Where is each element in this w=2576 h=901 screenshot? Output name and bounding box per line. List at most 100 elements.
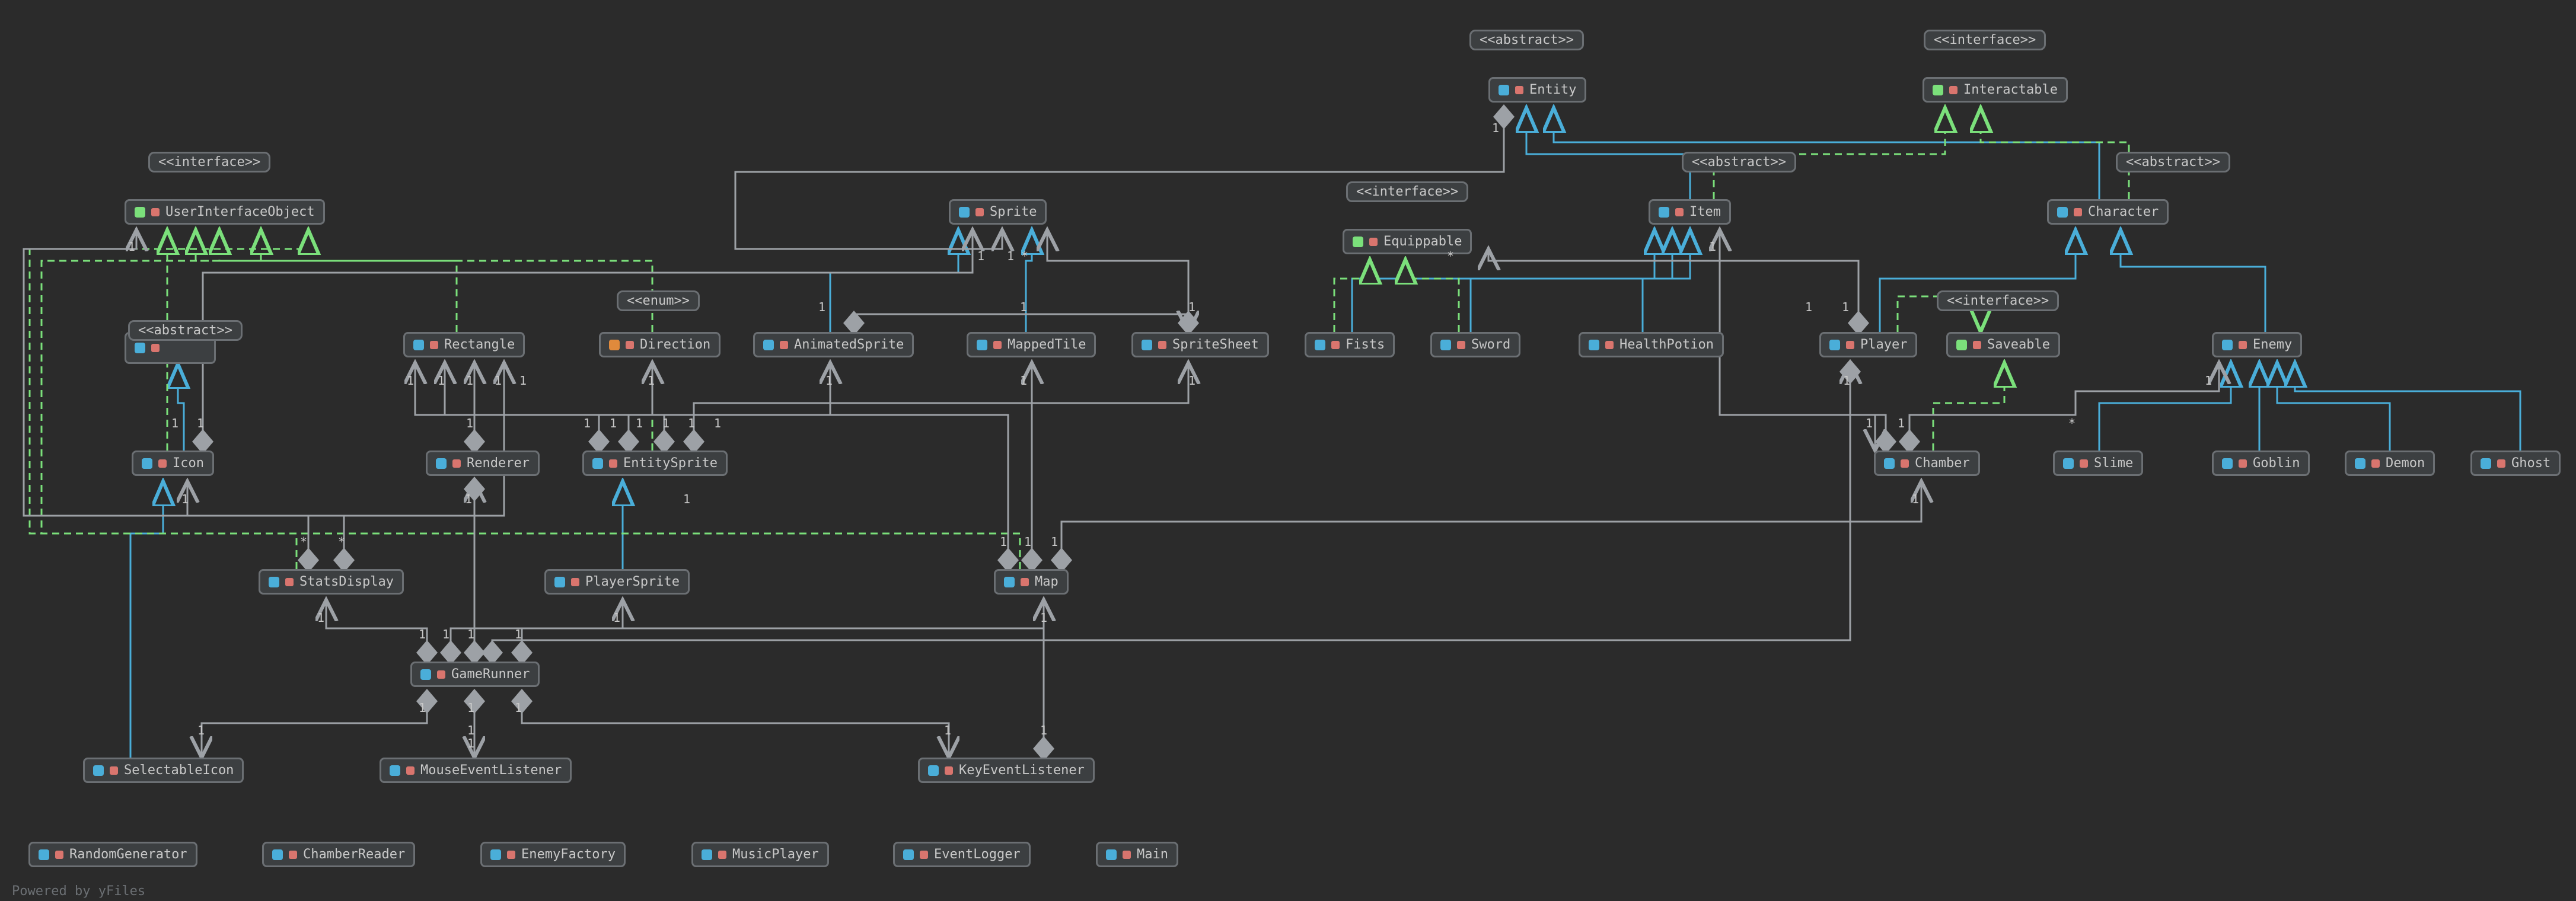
uml-node-map[interactable]: Map	[994, 569, 1069, 595]
node-label: Ghost	[2511, 456, 2551, 471]
multiplicity-label: 1	[495, 373, 502, 388]
uml-node-enemyfactory[interactable]: EnemyFactory	[480, 842, 626, 867]
multiplicity-label: 1	[438, 373, 445, 388]
uml-node-slime[interactable]: Slime	[2053, 451, 2143, 476]
uml-node-entitysprite[interactable]: EntitySprite	[582, 451, 728, 476]
node-label: Goblin	[2253, 456, 2300, 471]
uml-node-fists[interactable]: Fists	[1305, 332, 1395, 357]
uml-node-ghost[interactable]: Ghost	[2470, 451, 2561, 476]
uml-node-sprite[interactable]: Sprite	[949, 199, 1047, 225]
uml-node-main[interactable]: Main	[1096, 842, 1178, 867]
class-icon	[413, 340, 424, 350]
multiplicity-label: 1	[648, 373, 655, 388]
stereotype-badge: <<interface>>	[148, 152, 270, 172]
uml-node-saveable[interactable]: Saveable	[1946, 332, 2060, 357]
uml-node-animatedsprite[interactable]: AnimatedSprite	[753, 332, 914, 357]
class-icon	[39, 849, 49, 860]
lock-icon	[1605, 341, 1614, 349]
node-label: MouseEventListener	[420, 763, 562, 778]
uml-node-randomgenerator[interactable]: RandomGenerator	[28, 842, 197, 867]
uml-node-sword[interactable]: Sword	[1430, 332, 1520, 357]
multiplicity-label: 1	[419, 701, 426, 715]
lock-icon	[920, 851, 928, 859]
multiplicity-label: 1	[519, 373, 527, 388]
uml-node-eventlogger[interactable]: EventLogger	[893, 842, 1031, 867]
multiplicity-label: *	[338, 535, 345, 549]
uml-node-rectangle[interactable]: Rectangle	[403, 332, 525, 357]
lock-icon	[289, 851, 297, 859]
multiplicity-label: 1	[467, 736, 474, 750]
stereotype-badge: <<interface>>	[1346, 181, 1468, 202]
lock-icon	[2239, 341, 2247, 349]
class-icon	[1142, 340, 1152, 350]
multiplicity-label: 1	[1188, 373, 1195, 388]
uml-node-item[interactable]: Item	[1649, 199, 1731, 225]
lock-icon	[151, 208, 160, 216]
lock-icon	[993, 341, 1002, 349]
uml-node-spritesheet[interactable]: SpriteSheet	[1131, 332, 1269, 357]
uml-node-chamberreader[interactable]: ChamberReader	[262, 842, 415, 867]
node-label: Slime	[2094, 456, 2133, 471]
multiplicity-label: 1	[181, 492, 189, 506]
uml-node-mappedtile[interactable]: MappedTile	[967, 332, 1096, 357]
lock-icon	[2371, 459, 2380, 468]
multiplicity-label: 1	[1040, 611, 1047, 625]
lock-icon	[945, 766, 953, 775]
uml-node-enemy[interactable]: Enemy	[2212, 332, 2302, 357]
node-label: UserInterfaceObject	[165, 205, 315, 219]
multiplicity-label: 1	[467, 723, 474, 737]
uml-node-gamerunner[interactable]: GameRunner	[410, 662, 540, 687]
uml-node-userinterfaceobject[interactable]: UserInterfaceObject	[125, 199, 325, 225]
multiplicity-label: 1	[1000, 535, 1007, 549]
lock-icon	[285, 578, 294, 586]
multiplicity-label: 1	[2205, 373, 2212, 388]
lock-icon	[2239, 459, 2247, 468]
uml-node-mouseeventlistener[interactable]: MouseEventListener	[380, 758, 572, 783]
uml-node-musicplayer[interactable]: MusicPlayer	[691, 842, 829, 867]
uml-node-interactable[interactable]: Interactable	[1923, 77, 2068, 103]
class-icon	[142, 458, 152, 469]
lock-icon	[780, 341, 788, 349]
multiplicity-label: 1	[1020, 373, 1027, 388]
multiplicity-label: 1	[688, 416, 695, 430]
multiplicity-label: 1	[1188, 300, 1195, 314]
uml-node-direction[interactable]: Direction	[599, 332, 720, 357]
uml-node-demon[interactable]: Demon	[2345, 451, 2435, 476]
multiplicity-label: 1	[977, 249, 984, 263]
lock-icon	[1846, 341, 1854, 349]
uml-node-healthpotion[interactable]: HealthPotion	[1579, 332, 1724, 357]
uml-node-renderer[interactable]: Renderer	[426, 451, 540, 476]
node-label: HealthPotion	[1619, 337, 1714, 352]
multiplicity-label: 1	[825, 373, 833, 388]
lock-icon	[158, 459, 167, 468]
uml-node-entity[interactable]: Entity	[1488, 77, 1586, 103]
uml-node-goblin[interactable]: Goblin	[2212, 451, 2310, 476]
multiplicity-label: 1	[419, 627, 426, 641]
uml-node-selectableicon[interactable]: SelectableIcon	[83, 758, 244, 783]
multiplicity-label: 1	[1709, 239, 1716, 254]
multiplicity-label: 1	[1912, 492, 1919, 506]
class-icon	[1106, 849, 1117, 860]
lock-icon	[151, 344, 160, 352]
uml-node-icon[interactable]: Icon	[132, 451, 214, 476]
uml-node-chamber[interactable]: Chamber	[1874, 451, 1980, 476]
lock-icon	[571, 578, 579, 586]
enum-icon	[609, 340, 620, 350]
uml-node-keyeventlistener[interactable]: KeyEventListener	[918, 758, 1095, 783]
multiplicity-label: 1	[584, 416, 591, 430]
multiplicity-label: *	[1447, 249, 1454, 263]
node-label: StatsDisplay	[299, 574, 394, 589]
class-icon	[1829, 340, 1840, 350]
multiplicity-label: 1	[1040, 723, 1047, 737]
node-label: Main	[1137, 847, 1168, 862]
class-icon	[93, 765, 104, 776]
interface-icon	[1353, 237, 1363, 247]
class-icon	[2355, 458, 2365, 469]
class-icon	[135, 343, 145, 353]
uml-node-character[interactable]: Character	[2047, 199, 2169, 225]
node-label: Player	[1860, 337, 1907, 352]
node-label: GameRunner	[451, 667, 530, 682]
uml-node-player[interactable]: Player	[1819, 332, 1917, 357]
uml-node-playersprite[interactable]: PlayerSprite	[544, 569, 690, 595]
uml-node-statsdisplay[interactable]: StatsDisplay	[259, 569, 404, 595]
